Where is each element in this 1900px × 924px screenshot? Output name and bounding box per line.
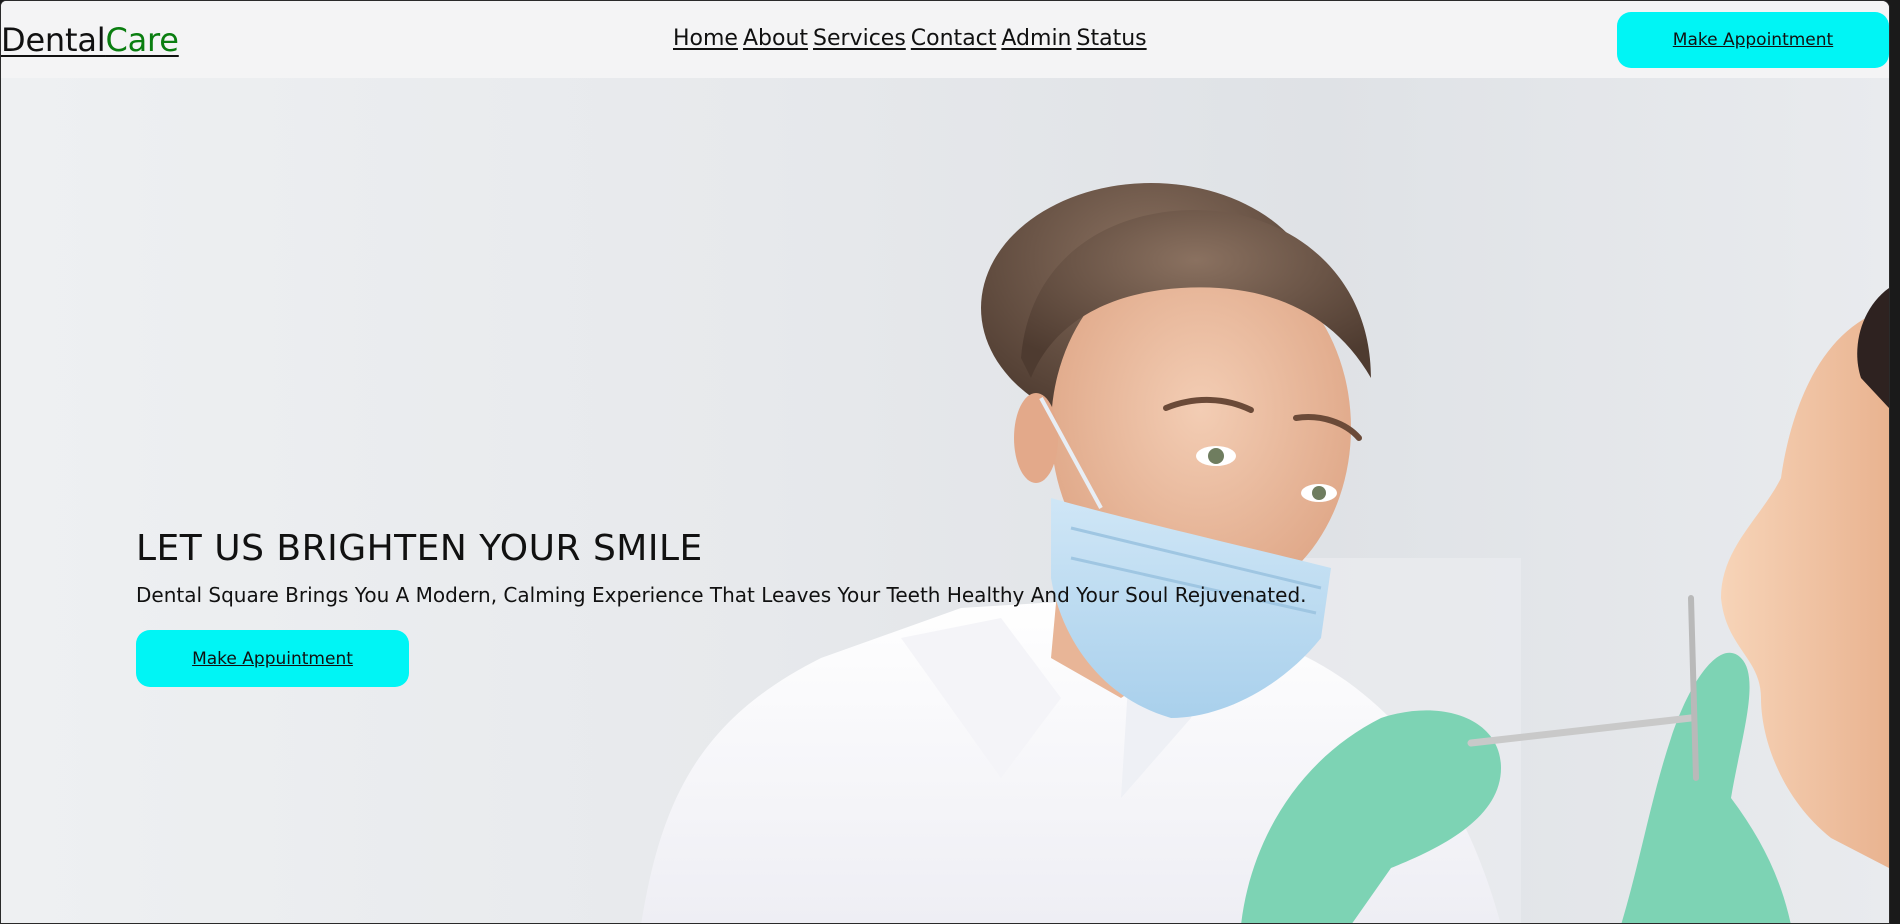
nav-contact-link[interactable]: Contact	[911, 26, 997, 51]
logo-care-text: Care	[105, 21, 179, 59]
nav-home-link[interactable]: Home	[673, 26, 738, 51]
nav-about-link[interactable]: About	[743, 26, 808, 51]
logo-dental-text: Dental	[1, 21, 106, 59]
hero-dentist-photo	[641, 183, 1889, 923]
logo-link[interactable]: DentalCare	[1, 21, 179, 59]
site-header: DentalCare Home About Services Contact A…	[1, 1, 1889, 78]
hero-make-appointment-button[interactable]: Make Appuintment	[136, 630, 409, 687]
hero-section: LET US BRIGHTEN YOUR SMILE Dental Square…	[1, 78, 1889, 923]
nav-status-link[interactable]: Status	[1077, 26, 1147, 51]
hero-title: LET US BRIGHTEN YOUR SMILE	[136, 528, 703, 569]
hero-subtitle: Dental Square Brings You A Modern, Calmi…	[136, 583, 1307, 607]
header-make-appointment-button[interactable]: Make Appointment	[1617, 12, 1889, 68]
browser-viewport: DentalCare Home About Services Contact A…	[0, 0, 1890, 924]
main-nav: Home About Services Contact Admin Status	[673, 26, 1147, 51]
nav-admin-link[interactable]: Admin	[1001, 26, 1071, 51]
nav-services-link[interactable]: Services	[813, 26, 906, 51]
